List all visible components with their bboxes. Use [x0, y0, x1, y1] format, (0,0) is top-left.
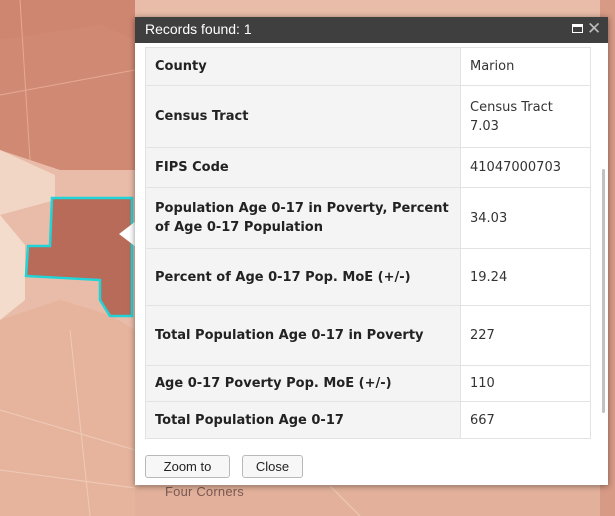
field-value: 34.03	[460, 187, 591, 249]
table-row: Total Population Age 0-17 667	[145, 401, 591, 439]
table-row: Total Population Age 0-17 in Poverty 227	[145, 305, 591, 366]
table-row: Census Tract Census Tract 7.03	[145, 85, 591, 148]
field-value: 110	[460, 365, 591, 402]
field-name: FIPS Code	[145, 147, 461, 188]
close-icon[interactable]: ✕	[587, 18, 601, 40]
table-row: Population Age 0-17 in Poverty, Percent …	[145, 187, 591, 249]
table-row: FIPS Code 41047000703	[145, 147, 591, 188]
field-name: Age 0-17 Poverty Pop. MoE (+/-)	[145, 365, 461, 402]
place-label: Four Corners	[165, 484, 244, 499]
field-value: 667	[460, 401, 591, 439]
records-popup: Records found: 1 ✕ County Marion Census …	[135, 17, 608, 485]
field-name: County	[145, 47, 461, 86]
field-name: Total Population Age 0-17 in Poverty	[145, 305, 461, 366]
popup-titlebar: Records found: 1 ✕	[135, 17, 608, 43]
field-name: Population Age 0-17 in Poverty, Percent …	[145, 187, 461, 249]
table-row: County Marion	[145, 47, 591, 86]
field-value: Census Tract 7.03	[460, 85, 591, 148]
field-value: 19.24	[460, 248, 591, 306]
field-name: Census Tract	[145, 85, 461, 148]
scrollbar[interactable]	[602, 169, 605, 413]
field-name: Total Population Age 0-17	[145, 401, 461, 439]
attributes-table: County Marion Census Tract Census Tract …	[145, 47, 591, 439]
field-value: 227	[460, 305, 591, 366]
table-row: Percent of Age 0-17 Pop. MoE (+/-) 19.24	[145, 248, 591, 306]
field-value: Marion	[460, 47, 591, 86]
popup-title: Records found: 1	[145, 21, 252, 37]
field-name: Percent of Age 0-17 Pop. MoE (+/-)	[145, 248, 461, 306]
maximize-icon[interactable]	[572, 24, 583, 33]
popup-pointer	[119, 221, 136, 247]
popup-content[interactable]: County Marion Census Tract Census Tract …	[135, 43, 608, 446]
table-row: Age 0-17 Poverty Pop. MoE (+/-) 110	[145, 365, 591, 402]
field-value: 41047000703	[460, 147, 591, 188]
zoom-to-button[interactable]: Zoom to	[145, 455, 230, 478]
popup-actions: Zoom to Close	[135, 453, 608, 483]
close-button[interactable]: Close	[242, 455, 303, 478]
